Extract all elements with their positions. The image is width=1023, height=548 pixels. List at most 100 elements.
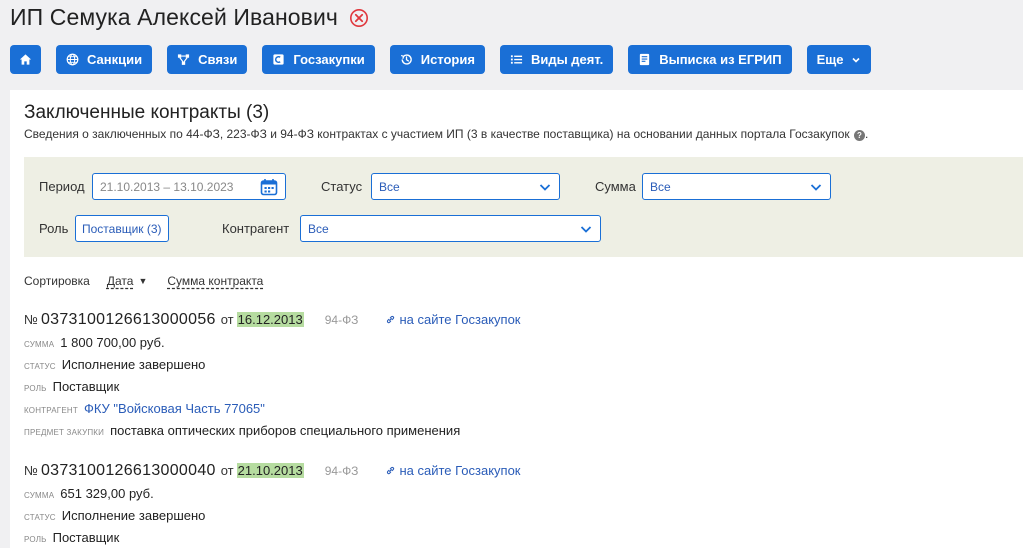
role-supplier-chip[interactable]: Поставщик (3) xyxy=(75,215,169,242)
contract-subject-row: ПРЕДМЕТ ЗАКУПКИ поставка оптических приб… xyxy=(24,423,520,439)
calendar-icon[interactable] xyxy=(260,178,278,196)
page-title: ИП Семука Алексей Иванович xyxy=(10,4,339,30)
section-description: Сведения о заключенных по 44-ФЗ, 223-ФЗ … xyxy=(24,127,868,141)
more-button[interactable]: Еще xyxy=(806,45,872,74)
contract-counterparty[interactable]: ФКУ "Войсковая Часть 77065" xyxy=(84,401,265,416)
contract-sum: 1 800 700,00 руб. xyxy=(60,335,165,350)
contract-date-prefix: от xyxy=(220,312,234,327)
procurement-icon xyxy=(273,54,284,65)
egrip-extract-button[interactable]: Выписка из ЕГРИП xyxy=(628,45,792,74)
sanctions-button[interactable]: Санкции xyxy=(56,45,153,74)
counterparty-field-label: КОНТРАГЕНТ xyxy=(24,406,78,415)
contract-status: Исполнение завершено xyxy=(61,508,206,523)
links-button[interactable]: Связи xyxy=(167,45,248,74)
contract-status: Исполнение завершено xyxy=(61,357,206,372)
contract-law: 94-ФЗ xyxy=(324,313,359,327)
subject-field-label: ПРЕДМЕТ ЗАКУПКИ xyxy=(24,428,105,437)
contract-sum-row: СУММА 1 800 700,00 руб. xyxy=(24,335,520,351)
counterparty-label: Контрагент xyxy=(222,221,290,236)
sum-value: Все xyxy=(650,179,671,194)
home-icon xyxy=(19,54,32,65)
counterparty-value: Все xyxy=(308,221,329,236)
period-label: Период xyxy=(39,179,85,194)
section-title: Заключенные контракты (3) xyxy=(24,102,270,123)
links-label: Связи xyxy=(198,52,238,67)
contract-role: Поставщик xyxy=(52,379,120,394)
status-field-label: СТАТУС xyxy=(24,362,56,371)
contract-date: 21.10.2013 xyxy=(236,463,304,478)
role-field-label: РОЛЬ xyxy=(24,384,47,393)
period-field[interactable]: 21.10.2013 – 13.10.2023 xyxy=(92,173,286,200)
period-value: 21.10.2013 – 13.10.2023 xyxy=(100,179,234,194)
chevron-down-icon xyxy=(810,183,822,191)
section-description-end: . xyxy=(864,127,869,141)
egrip-extract-label: Выписка из ЕГРИП xyxy=(659,52,782,67)
status-value: Все xyxy=(379,179,400,194)
status-select[interactable]: Все xyxy=(371,173,560,200)
link-icon xyxy=(387,315,395,324)
history-button[interactable]: История xyxy=(389,45,485,74)
history-icon xyxy=(400,54,412,65)
contract-item: № 0373100126613000056 от 16.12.2013 94-Ф… xyxy=(24,311,520,439)
status-label: Статус xyxy=(321,179,363,194)
goszakupki-link[interactable]: на сайте Госзакупок xyxy=(386,463,520,478)
role-label: Роль xyxy=(39,221,69,236)
contract-number-prefix: № xyxy=(24,463,38,478)
contract-status-row: СТАТУС Исполнение завершено xyxy=(24,357,520,373)
activities-label: Виды деят. xyxy=(530,52,604,67)
contract-item: № 0373100126613000040 от 21.10.2013 94-Ф… xyxy=(24,462,520,546)
contract-date: 16.12.2013 xyxy=(236,312,304,327)
counterparty-select[interactable]: Все xyxy=(300,215,601,242)
sort-desc-arrow-icon[interactable]: ▼ xyxy=(138,276,147,286)
contract-law: 94-ФЗ xyxy=(324,464,359,478)
goszakupki-link-label: на сайте Госзакупок xyxy=(399,312,521,327)
sum-select[interactable]: Все xyxy=(642,173,831,200)
sum-field-label: СУММА xyxy=(24,491,55,500)
section-description-text: Сведения о заключенных по 44-ФЗ, 223-ФЗ … xyxy=(24,127,850,141)
contract-header: № 0373100126613000056 от 16.12.2013 94-Ф… xyxy=(24,311,520,329)
sort-bar: Сортировка Дата ▼ Сумма контракта xyxy=(24,274,263,288)
network-icon xyxy=(178,54,190,65)
toolbar: Санкции Связи Госзакупки История Виды де… xyxy=(10,45,886,74)
sum-field-label: СУММА xyxy=(24,340,55,349)
filters-panel: Период 21.10.2013 – 13.10.2023 Статус Вс… xyxy=(24,157,1023,257)
contract-date-prefix: от xyxy=(220,463,234,478)
contract-status-row: СТАТУС Исполнение завершено xyxy=(24,508,520,524)
sum-label: Сумма xyxy=(595,179,636,194)
contract-role-row: РОЛЬ Поставщик xyxy=(24,530,520,546)
contract-number[interactable]: 0373100126613000056 xyxy=(41,311,216,329)
status-field-label: СТАТУС xyxy=(24,513,56,522)
contract-sum-row: СУММА 651 329,00 руб. xyxy=(24,486,520,502)
close-circle-icon[interactable] xyxy=(349,8,369,28)
contract-subject: поставка оптических приборов специальног… xyxy=(110,423,461,438)
home-button[interactable] xyxy=(10,45,41,74)
contract-sum: 651 329,00 руб. xyxy=(60,486,154,501)
procurement-button[interactable]: Госзакупки xyxy=(262,45,375,74)
history-label: История xyxy=(420,52,475,67)
help-icon[interactable]: ? xyxy=(853,130,865,141)
sort-label: Сортировка xyxy=(24,274,90,288)
sanctions-label: Санкции xyxy=(87,52,143,67)
procurement-label: Госзакупки xyxy=(293,52,365,67)
contract-role: Поставщик xyxy=(52,530,120,545)
goszakupki-link[interactable]: на сайте Госзакупок xyxy=(386,312,520,327)
goszakupki-link-label: на сайте Госзакупок xyxy=(399,463,521,478)
sort-by-date[interactable]: Дата xyxy=(107,274,134,288)
link-icon xyxy=(387,466,395,475)
activities-button[interactable]: Виды деят. xyxy=(499,45,614,74)
contract-counterparty-row: КОНТРАГЕНТ ФКУ "Войсковая Часть 77065" xyxy=(24,401,520,417)
globe-icon xyxy=(66,53,79,66)
contract-number[interactable]: 0373100126613000040 xyxy=(41,462,216,480)
chevron-down-icon xyxy=(580,225,592,233)
contract-role-row: РОЛЬ Поставщик xyxy=(24,379,520,395)
more-label: Еще xyxy=(816,52,844,67)
page-header: ИП Семука Алексей Иванович xyxy=(10,4,369,31)
document-icon xyxy=(640,53,650,66)
contract-number-prefix: № xyxy=(24,312,38,327)
role-field-label: РОЛЬ xyxy=(24,535,47,544)
contract-header: № 0373100126613000040 от 21.10.2013 94-Ф… xyxy=(24,462,520,480)
chevron-down-icon xyxy=(852,57,861,63)
list-icon xyxy=(510,55,523,64)
chevron-down-icon xyxy=(539,183,551,191)
sort-by-amount[interactable]: Сумма контракта xyxy=(167,274,263,288)
